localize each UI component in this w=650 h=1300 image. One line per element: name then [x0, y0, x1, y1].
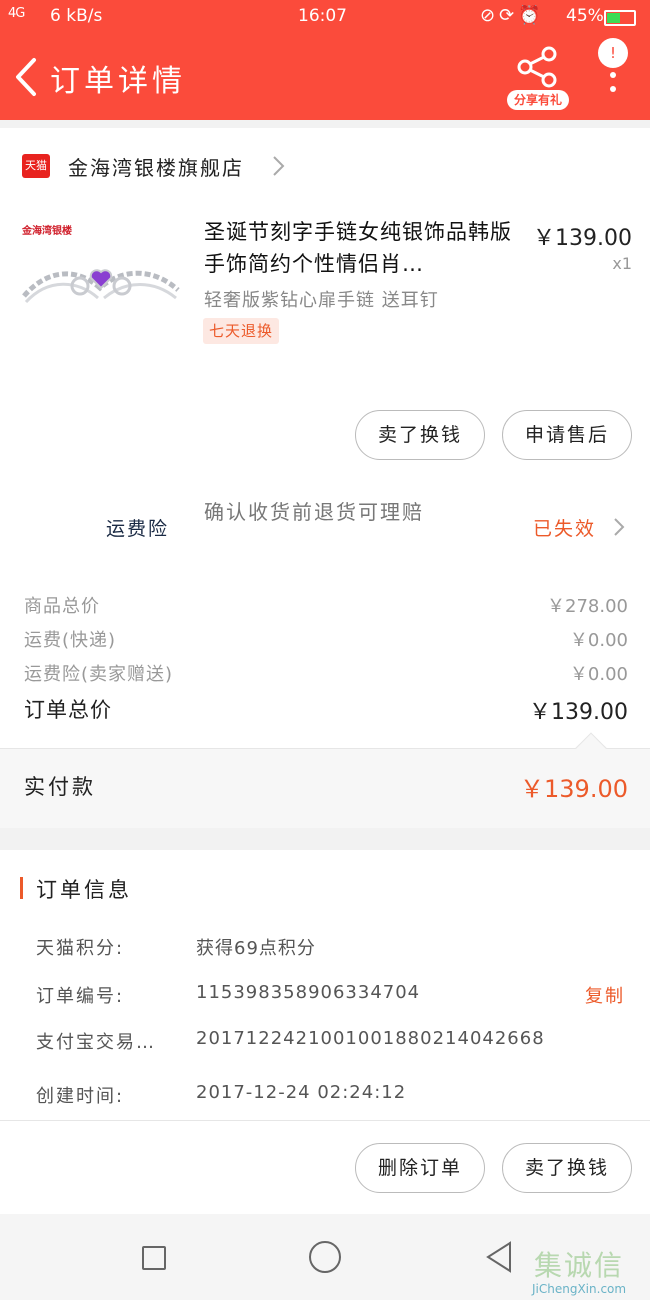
product-price: ￥139.00	[533, 226, 632, 251]
bottom-action-bar: 删除订单 卖了换钱	[0, 1120, 650, 1214]
section-accent	[20, 877, 23, 899]
summary-value: ￥0.00	[569, 664, 628, 685]
info-row-points: 天猫积分: 获得69点积分	[0, 930, 650, 966]
alarm-icon: ⏰	[518, 5, 545, 26]
battery-icon	[604, 10, 636, 26]
summary-label: 商品总价	[24, 596, 100, 617]
summary-label: 运费(快递)	[24, 630, 117, 651]
share-icon	[517, 46, 557, 88]
product-sku: 轻奢版紫钻心扉手链 送耳钉	[204, 290, 439, 311]
delete-order-button[interactable]: 删除订单	[355, 1143, 485, 1193]
summary-row-insurance: 运费险(卖家赠送) ￥0.00	[0, 656, 650, 690]
status-icons: ⊘⟳⏰	[480, 5, 545, 26]
payment-value: ￥139.00	[520, 775, 628, 803]
info-key: 创建时间:	[36, 1086, 125, 1107]
network-speed: 6 kB/s	[50, 6, 103, 26]
no-sim-icon: ⊘	[480, 5, 500, 26]
info-value: 2017-12-24 02:24:12	[196, 1082, 407, 1103]
recent-apps-icon[interactable]	[142, 1246, 166, 1270]
watermark: 集诚信 JiChengXin.com	[528, 1244, 648, 1300]
info-row-order-number: 订单编号: 115398358906334704 复制	[0, 978, 650, 1014]
clock: 16:07	[298, 6, 347, 26]
info-key: 支付宝交易…	[36, 1032, 156, 1053]
battery-percent: 45%	[566, 6, 604, 26]
product-image[interactable]: 金海湾银楼	[18, 218, 184, 338]
sell-button[interactable]: 卖了换钱	[355, 410, 485, 460]
more-button[interactable]: !	[596, 38, 628, 100]
payment-row: 实付款 ￥139.00	[0, 732, 650, 828]
apply-aftersale-button[interactable]: 申请售后	[502, 410, 632, 460]
insurance-description: 确认收货前退货可理赔	[204, 500, 424, 524]
notification-badge: !	[598, 38, 628, 68]
home-icon[interactable]	[309, 1241, 341, 1273]
info-key: 订单编号:	[36, 986, 125, 1007]
watermark-text: 集诚信	[534, 1249, 625, 1282]
info-value: 获得69点积分	[196, 938, 316, 959]
order-total-row: 订单总价 ￥139.00	[0, 692, 650, 726]
chevron-right-icon	[273, 156, 285, 176]
summary-value: ￥0.00	[569, 630, 628, 651]
info-value: 2017122421001001880214042668	[196, 1028, 545, 1049]
order-card: 天猫 金海湾银楼旗舰店 金海湾银楼 圣诞节刻字手链女纯银饰品韩版手饰简约个性情侣…	[0, 128, 650, 748]
signal-icon: 4G	[8, 6, 25, 21]
lock-rotation-icon: ⟳	[499, 5, 519, 26]
payment-label: 实付款	[24, 775, 96, 799]
insurance-status: 已失效	[533, 518, 597, 540]
watermark-url: JiChengXin.com	[532, 1282, 627, 1296]
more-dots-icon	[610, 72, 616, 100]
order-info-card: 订单信息 天猫积分: 获得69点积分 订单编号: 115398358906334…	[0, 850, 650, 1120]
copy-button[interactable]: 复制	[585, 982, 625, 1008]
app-header: 订单详情 分享有礼 !	[0, 34, 650, 120]
order-total-value: ￥139.00	[529, 700, 628, 725]
share-label: 分享有礼	[507, 90, 569, 110]
summary-row-goods: 商品总价 ￥278.00	[0, 588, 650, 622]
insurance-label: 运费险	[106, 518, 170, 540]
return-policy-badge: 七天退换	[203, 318, 280, 344]
store-row[interactable]: 天猫 金海湾银楼旗舰店	[0, 128, 650, 204]
shipping-insurance-row[interactable]: 运费险 确认收货前退货可理赔 已失效	[0, 488, 650, 572]
brand-logo: 金海湾银楼	[22, 226, 72, 237]
info-row-created: 创建时间: 2017-12-24 02:24:12	[0, 1078, 650, 1114]
share-button[interactable]: 分享有礼	[505, 46, 571, 110]
product-title: 圣诞节刻字手链女纯银饰品韩版手饰简约个性情侣肖…	[204, 220, 512, 276]
sell-button-bottom[interactable]: 卖了换钱	[502, 1143, 632, 1193]
tmall-icon: 天猫	[22, 154, 50, 178]
info-value: 115398358906334704	[196, 982, 421, 1003]
store-name: 金海湾银楼旗舰店	[68, 156, 244, 180]
order-total-label: 订单总价	[24, 698, 112, 722]
section-title: 订单信息	[36, 878, 132, 902]
summary-value: ￥278.00	[547, 596, 628, 617]
product-item[interactable]: 金海湾银楼 圣诞节刻字手链女纯银饰品韩版手饰简约个性情侣肖… ￥139.00 x…	[0, 204, 650, 404]
back-icon[interactable]	[10, 54, 44, 100]
nav-back-icon[interactable]	[484, 1240, 514, 1274]
status-bar: 4G 6 kB/s 16:07 ⊘⟳⏰ 45%	[0, 0, 650, 34]
product-quantity: x1	[612, 254, 632, 273]
page-title: 订单详情	[50, 64, 186, 99]
info-row-alipay: 支付宝交易… 2017122421001001880214042668	[0, 1024, 650, 1060]
summary-label: 运费险(卖家赠送)	[24, 664, 174, 685]
chevron-right-icon	[614, 518, 625, 536]
info-key: 天猫积分:	[36, 938, 125, 959]
summary-row-shipping: 运费(快递) ￥0.00	[0, 622, 650, 656]
